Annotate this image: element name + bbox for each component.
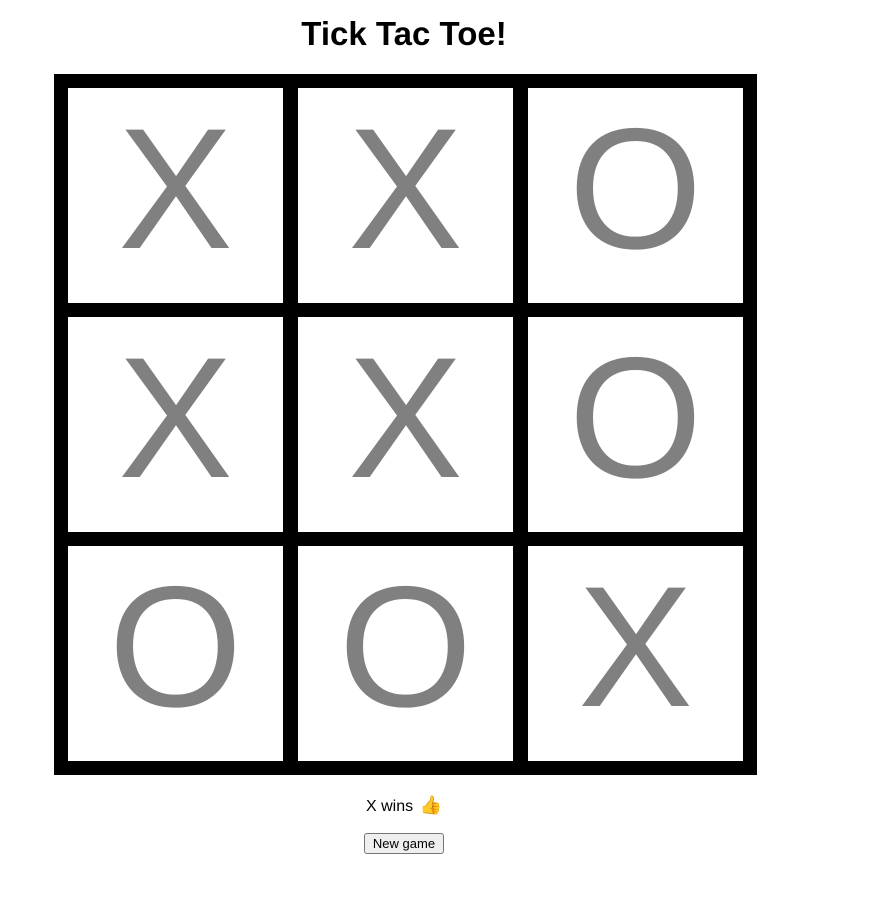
board-cell-2[interactable]: X bbox=[298, 88, 513, 303]
board-cell-5[interactable]: X bbox=[298, 317, 513, 532]
cell-mark: X bbox=[578, 550, 693, 743]
board-cell-3[interactable]: O bbox=[528, 88, 743, 303]
board-cell-1[interactable]: X bbox=[68, 88, 283, 303]
board-cell-4[interactable]: X bbox=[68, 317, 283, 532]
status-text: X wins bbox=[366, 798, 414, 815]
game-board: X X O X X O O O X bbox=[54, 74, 757, 775]
cell-mark: X bbox=[348, 321, 463, 514]
cell-mark: X bbox=[118, 321, 233, 514]
new-game-button[interactable]: New game bbox=[364, 833, 444, 854]
board-cell-6[interactable]: O bbox=[528, 317, 743, 532]
game-status: X wins 👍 bbox=[0, 794, 808, 818]
cell-mark: X bbox=[348, 92, 463, 285]
cell-mark: O bbox=[338, 550, 473, 743]
board-cell-8[interactable]: O bbox=[298, 546, 513, 761]
cell-mark: X bbox=[118, 92, 233, 285]
page-title: Tick Tac Toe! bbox=[301, 15, 507, 52]
cell-mark: O bbox=[568, 321, 703, 514]
board-cell-7[interactable]: O bbox=[68, 546, 283, 761]
cell-mark: O bbox=[108, 550, 243, 743]
thumbs-up-icon: 👍 bbox=[419, 795, 442, 815]
cell-mark: O bbox=[568, 92, 703, 285]
page: Tick Tac Toe! X X O X X O O O X X wins 👍… bbox=[0, 0, 872, 918]
board-cell-9[interactable]: X bbox=[528, 546, 743, 761]
